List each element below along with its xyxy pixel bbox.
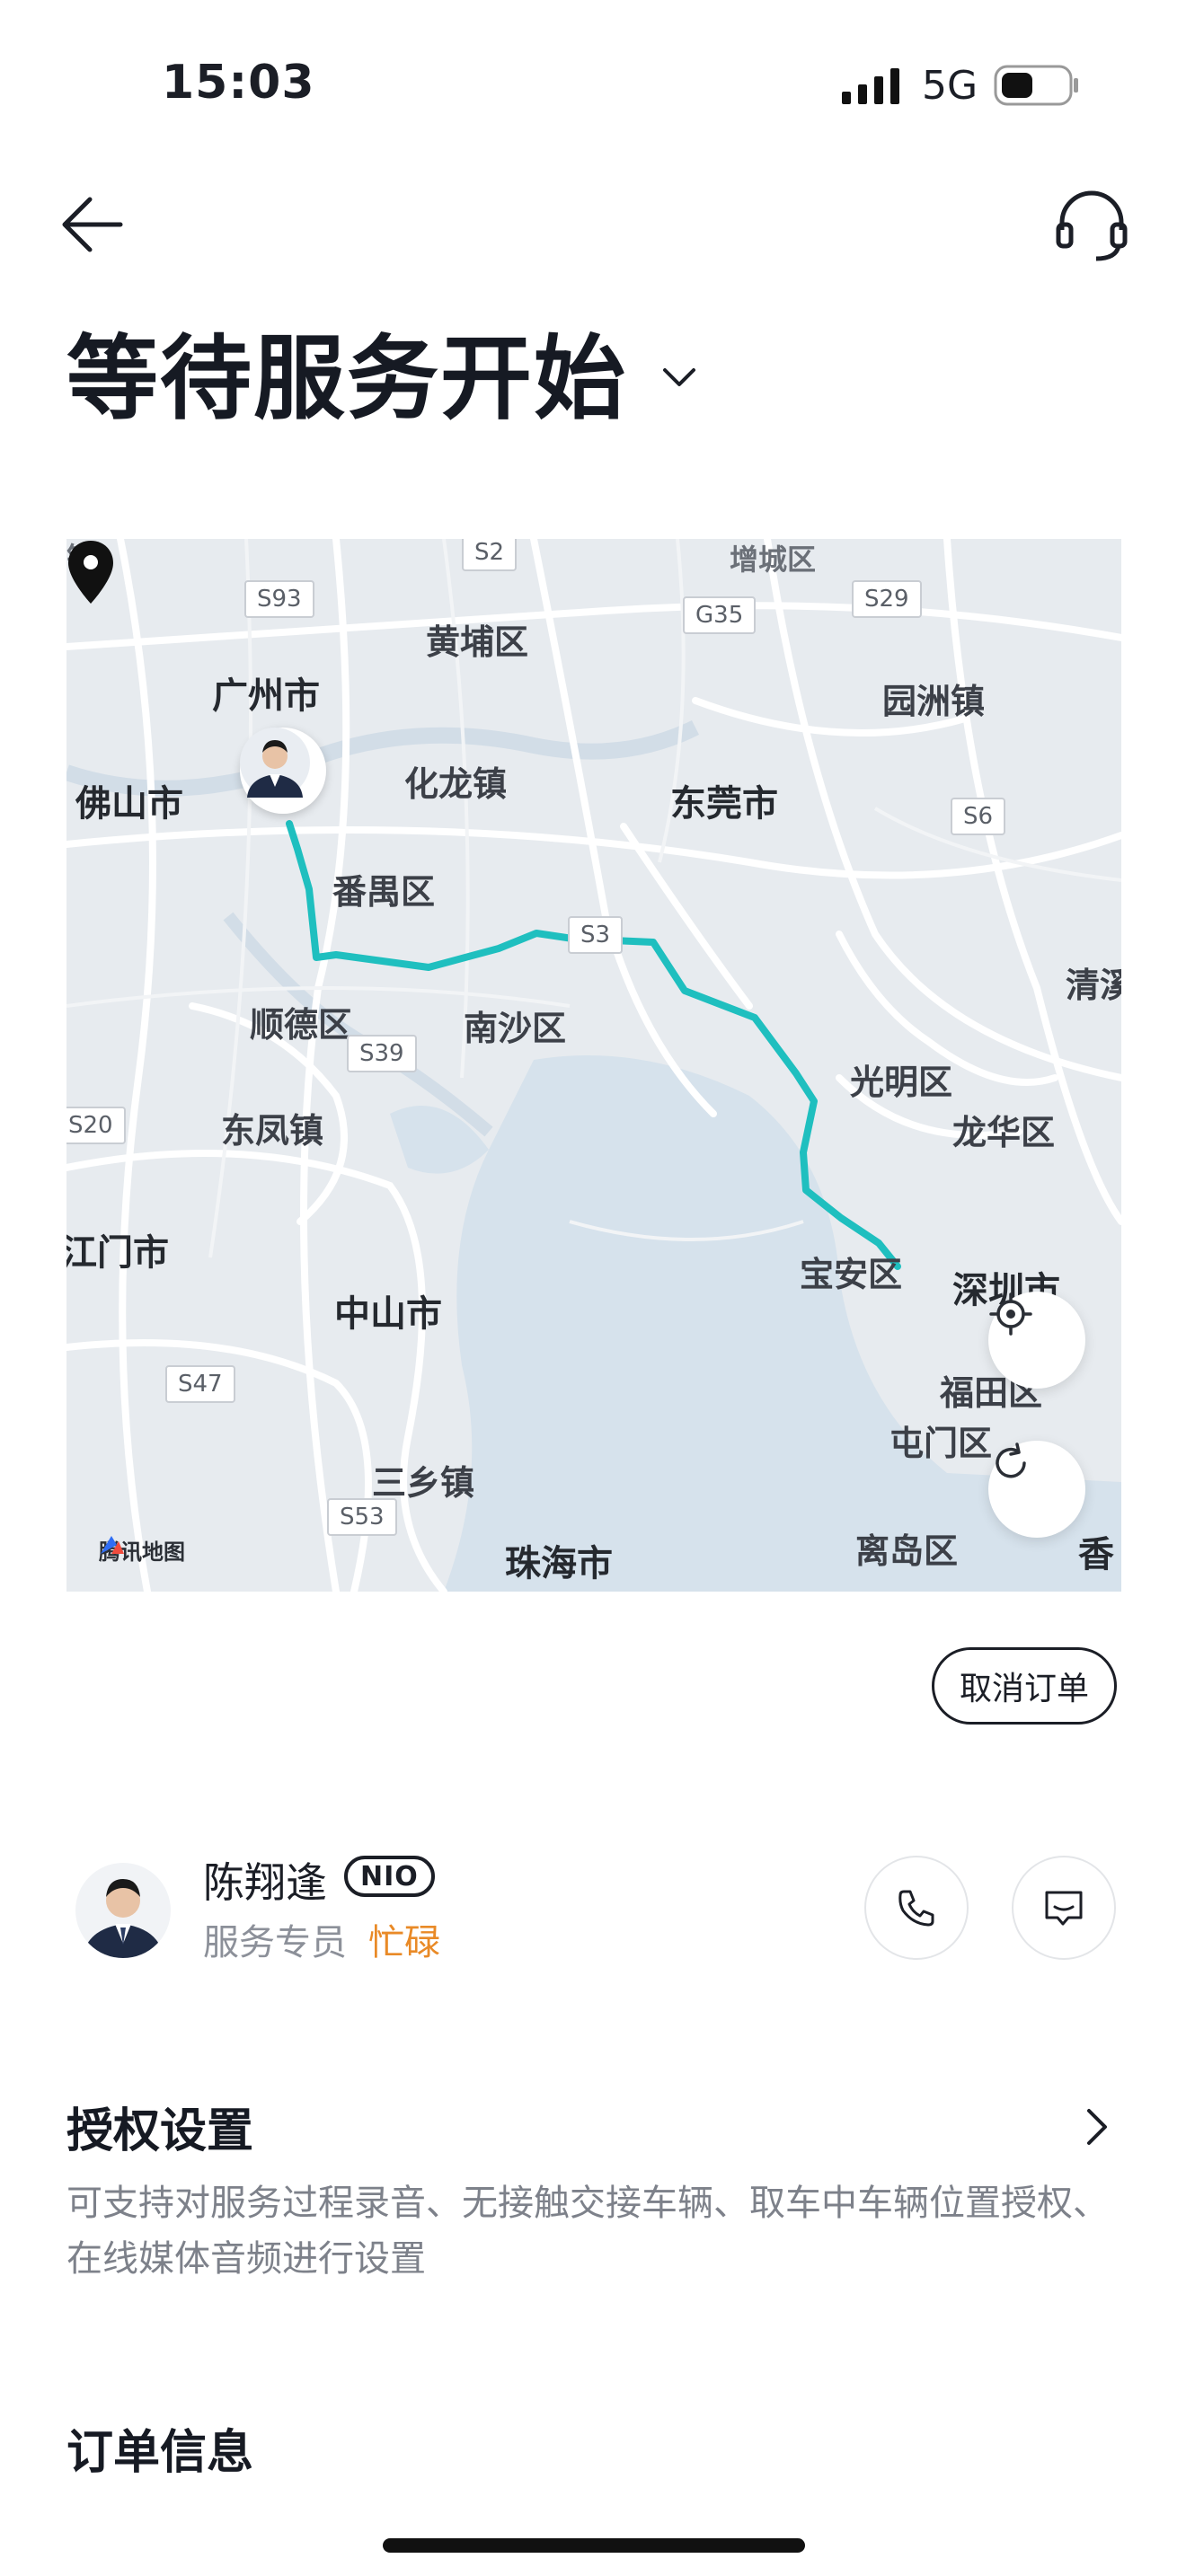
map-label-baoan: 宝安区 (800, 1255, 903, 1294)
refresh-button[interactable] (988, 1441, 1085, 1538)
map-label-guangzhou: 广州市 (212, 675, 320, 717)
page-title: 等待服务开始 (66, 326, 627, 433)
crosshair-icon (989, 1292, 1032, 1336)
road-shield-g35: G35 (683, 596, 757, 634)
map-label-zengcheng: 增城区 (730, 543, 817, 577)
tencent-map-logo-icon (101, 1536, 124, 1554)
cancel-order-button[interactable]: 取消订单 (932, 1647, 1117, 1725)
network-type: 5G (922, 63, 978, 109)
back-arrow-icon[interactable] (58, 189, 129, 260)
headset-support-icon[interactable] (1051, 185, 1132, 266)
map-label-yuanzhou: 园洲镇 (882, 682, 986, 721)
road-shield-s29: S29 (852, 580, 922, 618)
map-label-hk: 香 (1078, 1534, 1114, 1575)
status-time: 15:03 (162, 56, 315, 110)
person-avatar-icon (75, 1863, 171, 1958)
map-label-dongfeng: 东凤镇 (221, 1111, 324, 1151)
home-indicator[interactable] (383, 2538, 805, 2553)
map-label-zhongshan: 中山市 (334, 1293, 442, 1335)
battery-icon (994, 65, 1078, 106)
map-agent-avatar (240, 728, 326, 814)
chevron-right-icon[interactable] (1084, 2105, 1111, 2148)
locate-button[interactable] (988, 1292, 1085, 1389)
map-label-huangpu: 黄埔区 (426, 622, 529, 662)
chat-bubble-icon (1045, 1891, 1083, 1926)
map-label-foshan: 佛山市 (75, 783, 183, 825)
map-label-sanxiang: 三乡镇 (372, 1463, 475, 1503)
agent-status: 忙碌 (368, 1922, 440, 1963)
road-shield-s6: S6 (951, 798, 1006, 835)
map-label-guangming: 光明区 (850, 1063, 953, 1102)
destination-pin-icon (68, 541, 113, 604)
map-attribution: 腾讯地图 (99, 1534, 185, 1566)
nio-badge: NIO (344, 1856, 435, 1897)
map-label-lidao: 离岛区 (855, 1531, 959, 1571)
agent-role: 服务专员 (203, 1922, 347, 1963)
phone-icon (898, 1890, 934, 1927)
auth-settings-title[interactable]: 授权设置 (66, 2093, 253, 2160)
map-label-jiangmen: 江门市 (66, 1232, 169, 1274)
road-shield-s2: S2 (462, 539, 518, 571)
order-info-title: 订单信息 (66, 2426, 254, 2480)
person-avatar-icon (240, 728, 310, 798)
map-label-zhuhai: 珠海市 (505, 1543, 613, 1584)
message-button[interactable] (1012, 1856, 1116, 1960)
map-label-shunde: 顺德区 (250, 1005, 353, 1045)
auth-settings-description: 可支持对服务过程录音、无接触交接车辆、取车中车辆位置授权、在线媒体音频进行设置 (66, 2183, 1109, 2280)
map-label-dongguan: 东莞市 (670, 783, 778, 825)
chevron-down-icon[interactable] (661, 365, 697, 392)
map-label-tuenmun: 屯门区 (890, 1424, 993, 1463)
map-label-longhua: 龙华区 (952, 1113, 1056, 1152)
map-label-qingxi: 清溪 (1066, 966, 1121, 1005)
road-shield-s47: S47 (165, 1365, 235, 1403)
map-label-hualong: 化龙镇 (404, 764, 508, 804)
road-shield-s3: S3 (568, 916, 624, 954)
road-shield-s93: S93 (244, 580, 314, 618)
refresh-icon (996, 1442, 1026, 1478)
route-map[interactable]: 镇 增城区 黄埔区 广州市 佛山市 化龙镇 东莞市 园洲镇 番禺区 顺德区 南沙… (66, 539, 1121, 1592)
agent-name: 陈翔逢 (203, 1858, 327, 1907)
call-button[interactable] (864, 1856, 969, 1960)
road-shield-s20: S20 (66, 1107, 126, 1144)
road-shield-s39: S39 (347, 1035, 417, 1072)
signal-icon (842, 68, 899, 104)
map-label-nansha: 南沙区 (464, 1009, 567, 1048)
agent-avatar (75, 1863, 171, 1958)
road-shield-s53: S53 (327, 1498, 397, 1536)
map-label-panyu: 番禺区 (332, 872, 436, 912)
page-title-row[interactable]: 等待服务开始 (66, 305, 697, 437)
